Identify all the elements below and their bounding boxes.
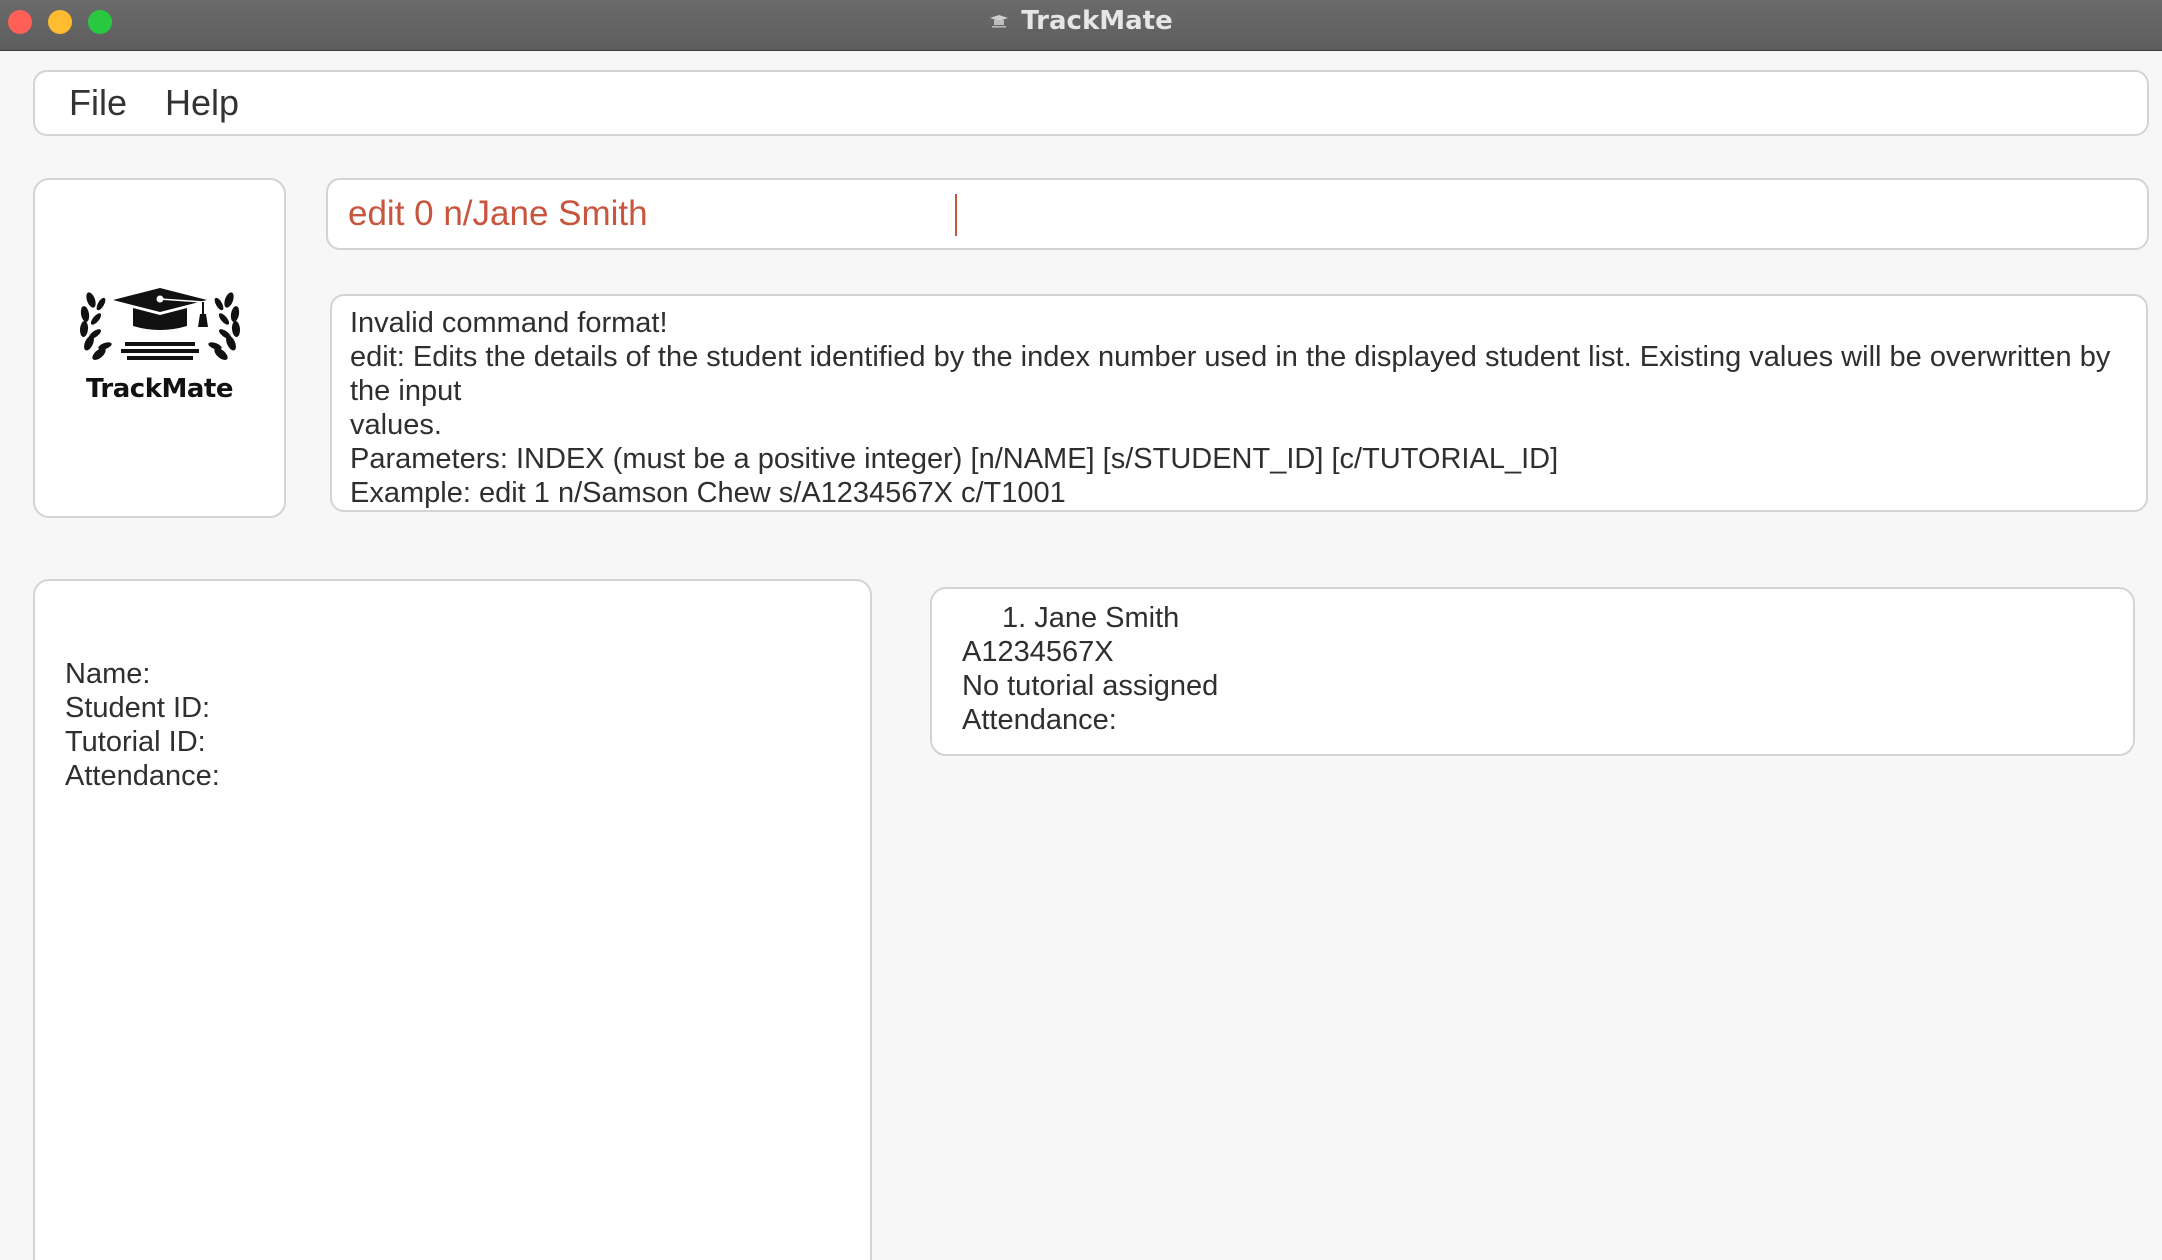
student-tutorial: No tutorial assigned: [962, 670, 1219, 702]
title-bar[interactable]: TrackMate: [0, 0, 2162, 51]
result-display: Invalid command format! edit: Edits the …: [330, 294, 2148, 512]
app-title-icon: [990, 15, 1009, 28]
student-attendance-label: Attendance:: [962, 704, 1117, 736]
detail-name-label: Name:: [65, 658, 151, 690]
logo-panel: TrackMate: [33, 178, 286, 518]
detail-tutorial-id-label: Tutorial ID:: [65, 726, 206, 758]
menu-bar: File Help: [33, 70, 2149, 136]
result-line: edit: Edits the details of the student i…: [350, 341, 2119, 407]
menu-file[interactable]: File: [69, 82, 127, 124]
logo-text: TrackMate: [86, 374, 233, 404]
result-line: values.: [350, 409, 442, 441]
detail-fields: Name: Student ID: Tutorial ID: Attendanc…: [65, 657, 220, 793]
student-list-item[interactable]: 1. Jane Smith A1234567X No tutorial assi…: [930, 587, 2135, 756]
text-caret: [955, 194, 957, 236]
window-title-group: TrackMate: [0, 0, 2162, 42]
graduation-cap-laurel-icon: [79, 288, 241, 360]
student-name: 1. Jane Smith: [1002, 602, 1180, 634]
detail-attendance-label: Attendance:: [65, 760, 220, 792]
student-detail-panel: Name: Student ID: Tutorial ID: Attendanc…: [33, 579, 872, 1260]
command-input[interactable]: [348, 188, 2108, 240]
command-box[interactable]: [326, 178, 2149, 250]
menu-help[interactable]: Help: [165, 82, 239, 124]
detail-student-id-label: Student ID:: [65, 692, 211, 724]
student-id: A1234567X: [962, 636, 1114, 668]
window-title: TrackMate: [1021, 6, 1173, 36]
result-line: Parameters: INDEX (must be a positive in…: [350, 443, 1559, 475]
app-window: TrackMate File Help TrackMate edit 0 n/J…: [0, 0, 2162, 1260]
result-line: Example: edit 1 n/Samson Chew s/A1234567…: [350, 477, 1066, 509]
result-line: Invalid command format!: [350, 307, 668, 339]
